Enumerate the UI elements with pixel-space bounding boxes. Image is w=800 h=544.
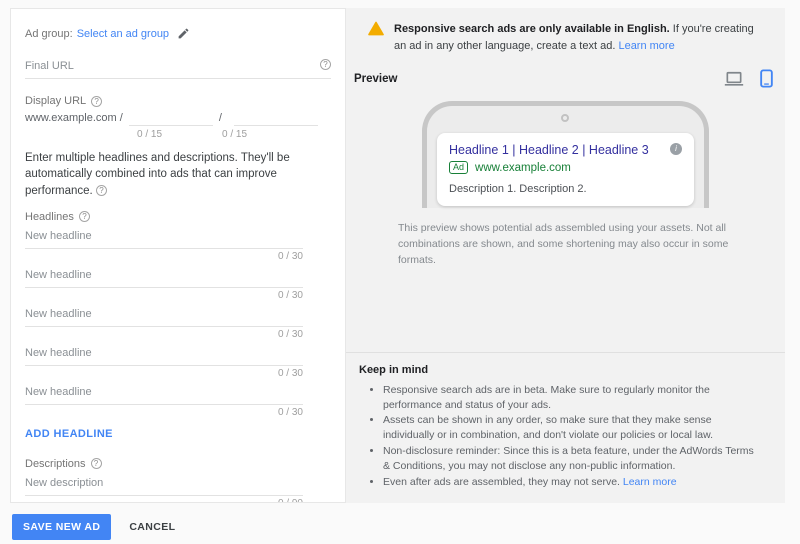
description-field: 0 / 90: [25, 476, 303, 502]
cancel-button[interactable]: CANCEL: [129, 521, 175, 533]
ad-group-label: Ad group:: [25, 27, 73, 40]
ad-editor: Ad group: Select an ad group ? Display U…: [10, 8, 785, 503]
path-separator: /: [218, 112, 222, 124]
display-url-row: www.example.com / /: [25, 111, 331, 126]
ad-preview-url-row: Ad www.example.com: [449, 161, 682, 175]
desktop-icon[interactable]: [724, 71, 744, 87]
keep-in-mind-section: Keep in mind Responsive search ads are i…: [346, 351, 785, 503]
preview-panel: Responsive search ads are only available…: [346, 8, 785, 503]
keep-in-mind-list: Responsive search ads are in beta. Make …: [359, 383, 761, 490]
headline-input-1[interactable]: [25, 229, 303, 249]
preview-header: Preview: [346, 55, 785, 88]
preview-disclaimer: This preview shows potential ads assembl…: [398, 222, 729, 266]
final-url-field: ?: [25, 59, 331, 79]
headlines-label-row: Headlines ?: [25, 211, 331, 223]
mobile-icon[interactable]: [760, 69, 773, 88]
headlines-label: Headlines: [25, 210, 74, 223]
ad-preview-headline: Headline 1 | Headline 2 | Headline 3: [449, 143, 649, 158]
display-url-label-row: Display URL ?: [25, 95, 331, 107]
list-item: Responsive search ads are in beta. Make …: [383, 383, 761, 413]
headline-field: 0 / 30: [25, 307, 303, 340]
help-icon[interactable]: ?: [91, 95, 103, 107]
final-url-input[interactable]: [25, 60, 331, 79]
display-url-label: Display URL: [25, 95, 87, 107]
help-icon[interactable]: ?: [90, 458, 102, 470]
help-icon[interactable]: ?: [78, 211, 90, 223]
path2-input[interactable]: [233, 111, 318, 126]
phone-camera-dot: [560, 114, 569, 123]
headline-counter: 0 / 30: [277, 328, 303, 340]
ad-form-panel: Ad group: Select an ad group ? Display U…: [10, 8, 346, 503]
intro-text: Enter multiple headlines and description…: [25, 152, 290, 197]
preview-title: Preview: [354, 72, 398, 85]
description-counter: 0 / 90: [25, 498, 303, 502]
ad-group-select-link[interactable]: Select an ad group: [77, 28, 169, 40]
language-warning-banner: Responsive search ads are only available…: [346, 8, 785, 55]
headline-counter: 0 / 30: [277, 250, 303, 262]
help-icon[interactable]: ?: [95, 184, 107, 196]
save-new-ad-button[interactable]: SAVE NEW AD: [12, 514, 112, 540]
description-input-1[interactable]: [25, 476, 303, 496]
ad-badge: Ad: [449, 161, 469, 175]
path2-counter: 0 / 15: [222, 129, 248, 140]
learn-more-link[interactable]: Learn more: [623, 476, 677, 488]
list-item: Even after ads are assembled, they may n…: [383, 475, 761, 490]
list-item: Assets can be shown in any order, so mak…: [383, 413, 761, 443]
descriptions-label-row: Descriptions ?: [25, 458, 331, 470]
descriptions-label: Descriptions: [25, 457, 86, 470]
headline-input-4[interactable]: [25, 346, 303, 366]
headline-counter: 0 / 30: [277, 367, 303, 379]
device-toggle: [724, 69, 773, 88]
headline-counter: 0 / 30: [277, 289, 303, 301]
path-counters: 0 / 15 0 / 15: [25, 129, 331, 140]
warning-text: Responsive search ads are only available…: [394, 23, 754, 53]
headline-input-2[interactable]: [25, 268, 303, 288]
display-url-prefix: www.example.com /: [25, 112, 123, 124]
keep-in-mind-title: Keep in mind: [359, 363, 429, 376]
path1-counter: 0 / 15: [137, 129, 163, 140]
ad-preview-headline-row: Headline 1 | Headline 2 | Headline 3 i: [449, 143, 682, 157]
headline-field: 0 / 30: [25, 385, 303, 418]
headline-input-5[interactable]: [25, 385, 303, 405]
headline-counter: 0 / 30: [277, 406, 303, 418]
ad-group-row: Ad group: Select an ad group: [25, 27, 331, 40]
headline-field: 0 / 30: [25, 346, 303, 379]
help-icon[interactable]: ?: [320, 59, 331, 70]
warning-icon: [368, 21, 384, 55]
footer-bar: SAVE NEW AD CANCEL: [12, 514, 175, 540]
phone-mockup: Headline 1 | Headline 2 | Headline 3 i A…: [422, 101, 709, 209]
headline-input-3[interactable]: [25, 307, 303, 327]
edit-pencil-icon[interactable]: [177, 27, 190, 40]
ad-preview-url: www.example.com: [475, 161, 571, 174]
add-headline-button[interactable]: ADD HEADLINE: [25, 428, 331, 440]
info-icon[interactable]: i: [670, 143, 682, 156]
path1-input[interactable]: [128, 111, 213, 126]
list-item: Non-disclosure reminder: Since this is a…: [383, 444, 761, 474]
ad-preview-description: Description 1. Description 2.: [449, 183, 587, 196]
headline-field: 0 / 30: [25, 268, 303, 301]
ad-preview-card: Headline 1 | Headline 2 | Headline 3 i A…: [437, 133, 694, 207]
learn-more-link[interactable]: Learn more: [618, 40, 674, 52]
headline-field: 0 / 30: [25, 229, 303, 262]
